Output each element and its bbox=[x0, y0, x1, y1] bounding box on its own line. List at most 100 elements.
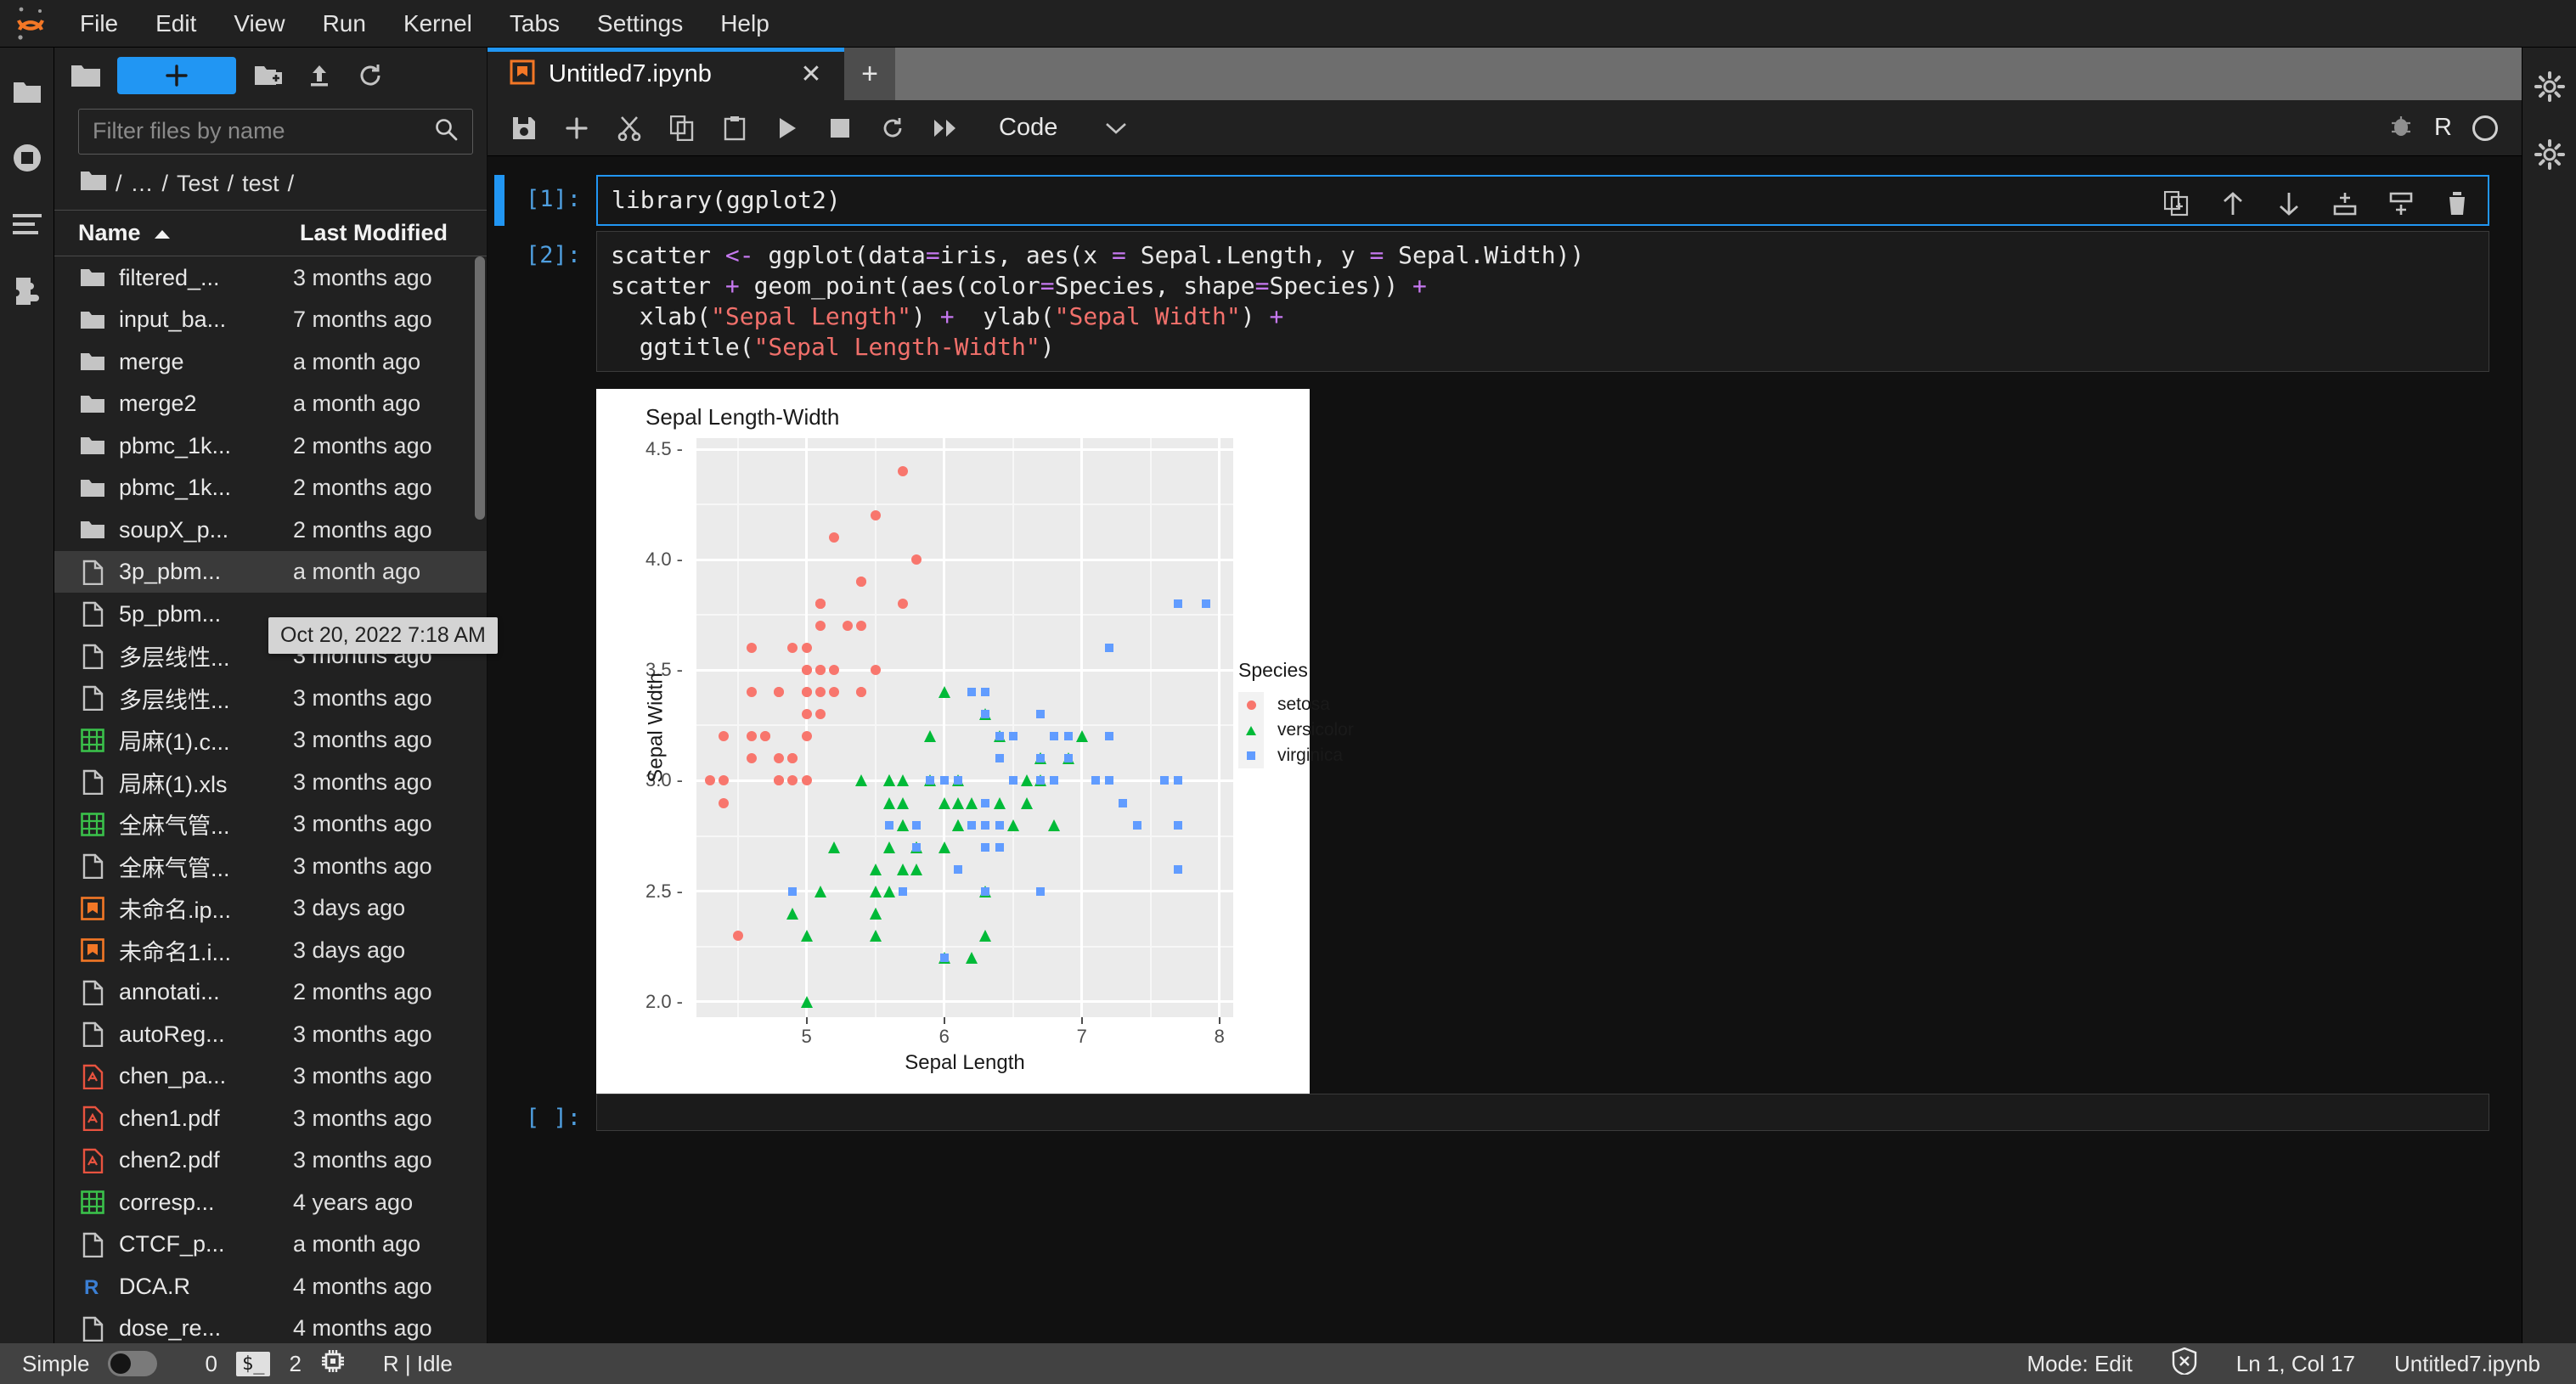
scissors-icon[interactable] bbox=[606, 105, 652, 151]
data-point-virginica bbox=[995, 732, 1004, 741]
trusted-shield-icon[interactable] bbox=[2172, 1347, 2197, 1381]
notebook-cells-container[interactable]: [1]: library(ggplot2) [2]: scatter <- ggplo… bbox=[488, 156, 2522, 1343]
menu-help[interactable]: Help bbox=[702, 0, 788, 48]
file-list[interactable]: filtered_... 3 months ago input_ba... 7 mon… bbox=[54, 256, 487, 1343]
file-list-item[interactable]: 局麻(1).xls 3 months ago bbox=[54, 761, 487, 803]
file-list-item[interactable]: merge a month ago bbox=[54, 340, 487, 383]
file-name-cell: autoReg... bbox=[54, 1020, 291, 1049]
move-cell-up-icon[interactable] bbox=[2216, 187, 2250, 221]
sidebar-item-extensions[interactable] bbox=[8, 272, 46, 309]
notebook-cell[interactable]: [ ]: bbox=[488, 1094, 2522, 1131]
file-list-item[interactable]: chen_pa... 3 months ago bbox=[54, 1055, 487, 1098]
file-name-label: 局麻(1).c... bbox=[119, 729, 230, 756]
data-point-virginica bbox=[1119, 798, 1128, 807]
kernel-status-text[interactable]: R | Idle bbox=[383, 1351, 453, 1377]
move-cell-down-icon[interactable] bbox=[2272, 187, 2306, 221]
menu-run[interactable]: Run bbox=[304, 0, 385, 48]
legend-label-setosa: setosa bbox=[1277, 695, 1330, 714]
sidebar-item-file-browser[interactable] bbox=[8, 73, 46, 110]
menu-tabs[interactable]: Tabs bbox=[491, 0, 578, 48]
menu-edit[interactable]: Edit bbox=[137, 0, 215, 48]
insert-cell-above-icon[interactable] bbox=[2328, 187, 2362, 221]
file-list-item[interactable]: CTCF_p... a month ago bbox=[54, 1224, 487, 1266]
file-list-item[interactable]: R DCA.R 4 months ago bbox=[54, 1265, 487, 1308]
data-point-virginica bbox=[884, 820, 893, 830]
paste-icon[interactable] bbox=[712, 105, 758, 151]
sidebar-item-running[interactable] bbox=[8, 139, 46, 177]
close-icon[interactable]: ✕ bbox=[797, 59, 826, 89]
save-icon[interactable] bbox=[501, 105, 547, 151]
breadcrumb-ellipsis[interactable]: … bbox=[131, 171, 154, 197]
new-tab-button[interactable]: + bbox=[844, 48, 895, 100]
simple-mode-toggle[interactable] bbox=[108, 1351, 158, 1376]
new-folder-icon[interactable] bbox=[250, 57, 287, 94]
plus-icon[interactable] bbox=[554, 105, 600, 151]
file-list-item[interactable]: 全麻气管... 3 months ago bbox=[54, 803, 487, 846]
menu-view[interactable]: View bbox=[215, 0, 303, 48]
file-list-item[interactable]: chen1.pdf 3 months ago bbox=[54, 1097, 487, 1139]
file-list-item[interactable]: chen2.pdf 3 months ago bbox=[54, 1139, 487, 1182]
file-name-label: annotati... bbox=[119, 979, 220, 1005]
column-header-modified[interactable]: Last Modified bbox=[291, 220, 487, 246]
upload-icon[interactable] bbox=[301, 57, 338, 94]
kernel-name-label[interactable]: R bbox=[2434, 114, 2452, 142]
new-launcher-button[interactable] bbox=[117, 57, 236, 94]
breadcrumb-test2[interactable]: test bbox=[242, 171, 279, 197]
cpu-chip-icon[interactable] bbox=[320, 1348, 346, 1380]
file-list-item[interactable]: 未命名.ip... 3 days ago bbox=[54, 887, 487, 930]
terminal-sessions-count[interactable]: 2 bbox=[289, 1351, 301, 1377]
play-icon[interactable] bbox=[764, 105, 810, 151]
code-editor[interactable] bbox=[596, 1094, 2489, 1131]
file-list-item[interactable]: input_ba... 7 months ago bbox=[54, 299, 487, 341]
restart-icon[interactable] bbox=[870, 105, 916, 151]
sidebar-item-toc[interactable] bbox=[8, 205, 46, 243]
bug-icon[interactable] bbox=[2388, 113, 2414, 143]
copy-icon[interactable] bbox=[659, 105, 705, 151]
file-name-label: merge2 bbox=[119, 391, 197, 417]
file-list-item[interactable]: 全麻气管... 3 months ago bbox=[54, 845, 487, 887]
file-list-item[interactable]: merge2 a month ago bbox=[54, 383, 487, 425]
file-list-item[interactable]: filtered_... 3 months ago bbox=[54, 256, 487, 299]
file-list-item[interactable]: 未命名1.i... 3 days ago bbox=[54, 929, 487, 971]
file-list-item[interactable]: soupX_p... 2 months ago bbox=[54, 509, 487, 551]
kernel-status-indicator[interactable] bbox=[2472, 115, 2498, 141]
file-list-item[interactable]: autoReg... 3 months ago bbox=[54, 1013, 487, 1055]
menu-file[interactable]: File bbox=[61, 0, 137, 48]
folder-icon bbox=[68, 58, 104, 93]
file-list-item[interactable]: pbmc_1k... 2 months ago bbox=[54, 425, 487, 467]
search-input[interactable] bbox=[93, 118, 433, 145]
file-modified-label: a month ago bbox=[293, 559, 421, 585]
debugger-gear-icon[interactable] bbox=[2531, 136, 2568, 173]
notebook-cell[interactable]: [2]: scatter <- ggplot(data=iris, aes(x =… bbox=[488, 231, 2522, 372]
delete-cell-icon[interactable] bbox=[2440, 187, 2474, 221]
file-name-label: 全麻气管... bbox=[119, 855, 230, 881]
tab-untitled7-ipynb[interactable]: Untitled7.ipynb ✕ bbox=[488, 48, 844, 100]
file-list-item[interactable]: 多层线性... 3 months ago bbox=[54, 677, 487, 719]
duplicate-cell-icon[interactable] bbox=[2160, 187, 2194, 221]
column-header-name[interactable]: Name bbox=[54, 220, 291, 246]
terminal-icon[interactable]: $_ bbox=[235, 1351, 271, 1376]
sort-ascending-icon bbox=[153, 220, 172, 246]
file-list-item[interactable]: annotati... 2 months ago bbox=[54, 971, 487, 1014]
file-list-item[interactable]: dose_re... 4 months ago bbox=[54, 1308, 487, 1343]
menu-settings[interactable]: Settings bbox=[578, 0, 702, 48]
code-editor[interactable]: scatter <- ggplot(data=iris, aes(x = Sep… bbox=[596, 231, 2489, 372]
file-list-scrollbar[interactable] bbox=[475, 256, 485, 520]
insert-cell-below-icon[interactable] bbox=[2384, 187, 2418, 221]
breadcrumb-home-icon[interactable] bbox=[80, 170, 107, 198]
file-list-item[interactable]: pbmc_1k... 2 months ago bbox=[54, 467, 487, 509]
fast-forward-icon[interactable] bbox=[922, 105, 968, 151]
file-list-item[interactable]: 局麻(1).c... 3 months ago bbox=[54, 719, 487, 762]
refresh-icon[interactable] bbox=[352, 57, 389, 94]
property-inspector-gear-icon[interactable] bbox=[2531, 68, 2568, 105]
gridline-major-y bbox=[696, 447, 1233, 451]
breadcrumb-test[interactable]: Test bbox=[177, 171, 219, 197]
file-list-item[interactable]: 3p_pbm... a month ago bbox=[54, 550, 487, 594]
file-list-item[interactable]: corresp... 4 years ago bbox=[54, 1181, 487, 1224]
stop-icon[interactable] bbox=[817, 105, 863, 151]
cell-type-select[interactable]: Code bbox=[990, 114, 1136, 142]
menu-kernel[interactable]: Kernel bbox=[385, 0, 491, 48]
notebook-cell[interactable]: [1]: library(ggplot2) bbox=[488, 175, 2522, 226]
filter-files-box[interactable] bbox=[78, 109, 473, 155]
kernel-sessions-count[interactable]: 0 bbox=[205, 1351, 217, 1377]
